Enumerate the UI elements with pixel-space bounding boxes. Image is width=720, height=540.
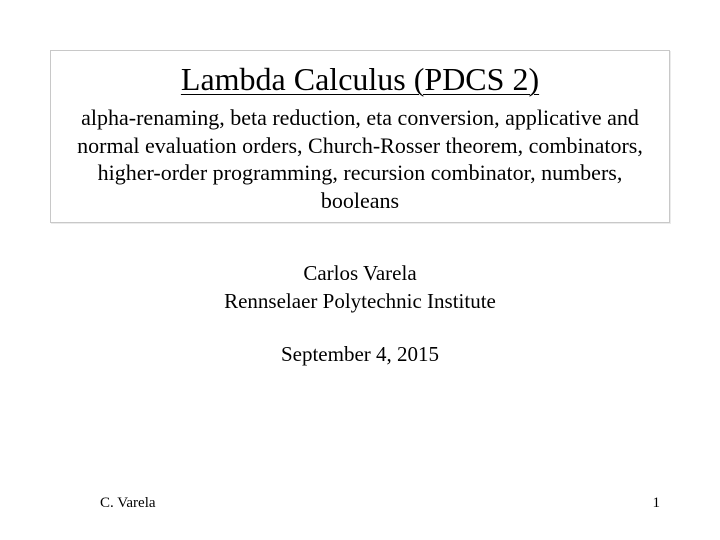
author-name: Carlos Varela: [50, 259, 670, 287]
author-block: Carlos Varela Rennselaer Polytechnic Ins…: [50, 259, 670, 316]
author-affiliation: Rennselaer Polytechnic Institute: [50, 287, 670, 315]
page-number: 1: [653, 495, 661, 512]
date-line: September 4, 2015: [50, 342, 670, 367]
footer-left: C. Varela: [100, 495, 156, 512]
slide-subtitle: alpha-renaming, beta reduction, eta conv…: [69, 104, 651, 214]
title-box: Lambda Calculus (PDCS 2) alpha-renaming,…: [50, 50, 670, 223]
slide-title: Lambda Calculus (PDCS 2): [69, 61, 651, 98]
slide-content: Lambda Calculus (PDCS 2) alpha-renaming,…: [0, 0, 720, 540]
slide-footer: C. Varela 1: [0, 495, 720, 512]
